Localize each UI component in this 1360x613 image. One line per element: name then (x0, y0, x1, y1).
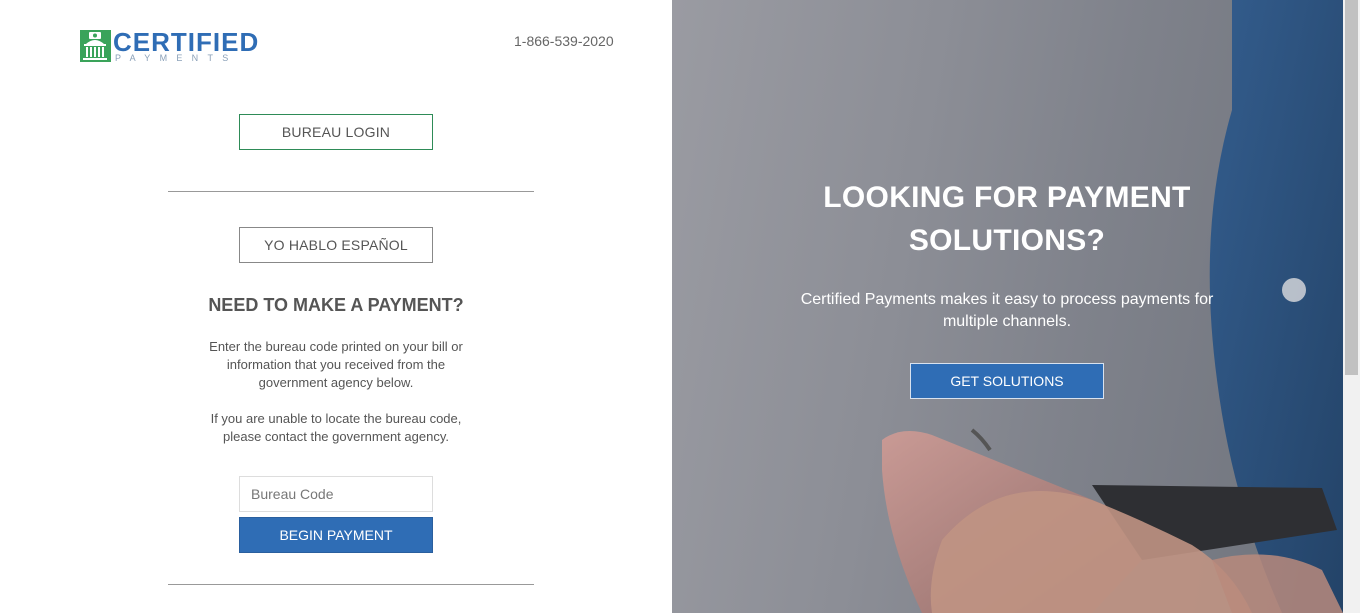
spanish-language-button[interactable]: YO HABLO ESPAÑOL (239, 227, 433, 263)
hero-description: Certified Payments makes it easy to proc… (800, 291, 1214, 330)
payment-section-title: NEED TO MAKE A PAYMENT? (208, 295, 464, 315)
bureau-login-button[interactable]: BUREAU LOGIN (239, 114, 433, 150)
section-divider (168, 191, 534, 192)
certified-payments-logo[interactable]: CERTIFIED PAYMENTS (80, 27, 260, 66)
page-scrollbar[interactable] (1343, 0, 1360, 613)
left-panel: CERTIFIED PAYMENTS 1-866-539-2020 BUREAU… (0, 0, 672, 613)
capitol-building-icon (80, 30, 111, 62)
bureau-code-input[interactable] (239, 476, 433, 512)
logo-tagline: PAYMENTS (115, 53, 238, 63)
phone-number-link[interactable]: 1-866-539-2020 (514, 33, 614, 49)
begin-payment-button[interactable]: BEGIN PAYMENT (239, 517, 433, 553)
hero-title: LOOKING FOR PAYMENT SOLUTIONS? (823, 181, 1191, 257)
get-solutions-button[interactable]: GET SOLUTIONS (910, 363, 1104, 399)
payment-help-text: If you are unable to locate the bureau c… (210, 411, 462, 444)
hero-panel: LOOKING FOR PAYMENT SOLUTIONS? Certified… (672, 0, 1343, 613)
scrollbar-thumb[interactable] (1345, 0, 1358, 375)
section-divider (168, 584, 534, 585)
payment-instructions: Enter the bureau code printed on your bi… (209, 339, 463, 390)
